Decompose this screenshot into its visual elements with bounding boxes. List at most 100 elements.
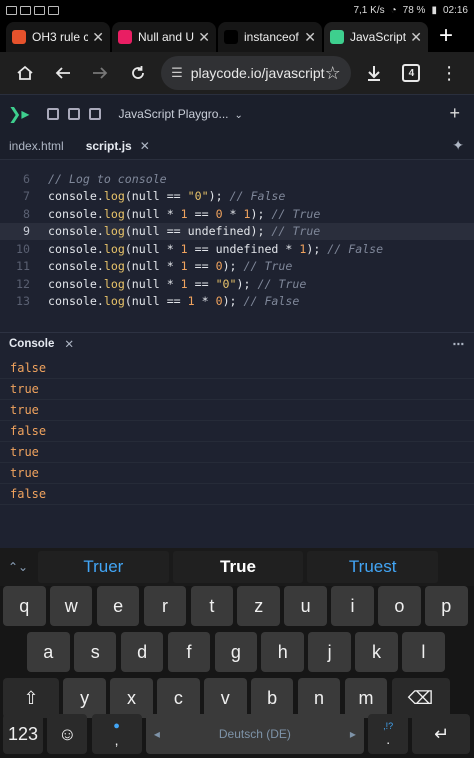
code-token: console (48, 259, 97, 274)
playcode-icon (330, 30, 344, 44)
shift-key[interactable]: ⇧ (3, 678, 59, 718)
file-tab-bar: index.html script.js ✕ ✦ (0, 132, 474, 160)
key-e[interactable]: e (96, 586, 140, 626)
more-options-icon[interactable]: ⋯ (453, 337, 474, 351)
suggestion-left[interactable]: Truer (38, 551, 169, 583)
code-token: . (96, 294, 104, 309)
key-o[interactable]: o (378, 586, 421, 626)
browser-tab[interactable]: instanceof ✕ (218, 22, 322, 52)
key-i[interactable]: i (331, 586, 374, 626)
tab-index-html[interactable]: index.html (9, 139, 64, 153)
key-b[interactable]: b (250, 678, 294, 718)
project-title-dropdown[interactable]: JavaScript Playgro... ⌄ (118, 107, 242, 121)
code-token: == (187, 206, 216, 221)
url-text[interactable]: playcode.io/javascript (191, 65, 325, 81)
new-tab-button[interactable]: + (430, 22, 462, 52)
address-bar[interactable]: ☰ playcode.io/javascript ☆ (161, 56, 351, 90)
key-a[interactable]: a (27, 632, 70, 672)
forward-arrow-icon[interactable] (82, 54, 120, 92)
left-arrow-icon: ◂ (153, 727, 160, 741)
layout-stack-icon[interactable] (68, 107, 81, 120)
backspace-key[interactable]: ⌫ (391, 678, 450, 718)
code-line[interactable]: 10 console. log(null * 1 == undefined * 1)… (0, 240, 474, 258)
code-line[interactable]: 6 // Log to console (0, 170, 474, 188)
key-c[interactable]: c (157, 678, 200, 718)
home-icon[interactable] (6, 54, 44, 92)
browser-tab-title: instanceof (244, 30, 299, 44)
reload-icon[interactable] (119, 54, 157, 92)
code-token: log (103, 224, 125, 239)
browser-tab[interactable]: OH3 rule c ✕ (6, 22, 110, 52)
comma-key[interactable]: ●, (91, 714, 142, 754)
key-t[interactable]: t (190, 586, 234, 626)
overflow-menu-icon[interactable]: ⋮ (430, 54, 468, 92)
period-label: . (386, 731, 391, 747)
key-s[interactable]: s (73, 632, 117, 672)
period-key[interactable]: ,!?. (368, 714, 409, 754)
key-r[interactable]: r (143, 586, 187, 626)
close-tab-icon[interactable]: ✕ (304, 29, 316, 46)
key-z[interactable]: z (237, 586, 281, 626)
close-tab-icon[interactable]: ✕ (198, 29, 210, 46)
key-v[interactable]: v (203, 678, 247, 718)
enter-key[interactable]: ↵ (412, 714, 471, 754)
code-line[interactable]: 7 console. log(null == "0"); // False (0, 188, 474, 206)
code-line[interactable]: 12 console. log(null * 1 == "0"); // True (0, 275, 474, 293)
space-key[interactable]: ◂ Deutsch (DE) ▸ (145, 714, 364, 754)
key-m[interactable]: m (344, 678, 388, 718)
close-icon[interactable]: ✕ (64, 337, 74, 351)
key-d[interactable]: d (120, 632, 164, 672)
code-token: . (96, 206, 104, 221)
suggestion-right[interactable]: Truest (307, 551, 439, 583)
playcode-logo-icon[interactable]: ❯▸ (8, 104, 29, 124)
browser-tab-title: Null and Ur (138, 30, 195, 44)
key-x[interactable]: x (110, 678, 153, 718)
browser-tab[interactable]: JavaScript ✕ (324, 22, 428, 52)
emoji-key[interactable]: ☺ (47, 714, 88, 754)
code-token: log (103, 276, 125, 291)
line-number: 8 (23, 206, 30, 221)
back-arrow-icon[interactable] (44, 54, 82, 92)
key-n[interactable]: n (297, 678, 341, 718)
code-line[interactable]: 9 console. log(null == undefined); // True (0, 222, 474, 240)
suggestion-center[interactable]: True (172, 551, 304, 583)
key-h[interactable]: h (261, 632, 305, 672)
code-line[interactable]: 8 console. log(null * 1 == 0 * 1); // True (0, 205, 474, 223)
browser-tab[interactable]: Null and Ur ✕ (112, 22, 216, 52)
key-g[interactable]: g (214, 632, 258, 672)
tab-script-js[interactable]: script.js ✕ (86, 139, 150, 153)
close-icon[interactable]: ✕ (140, 139, 150, 153)
code-editor[interactable]: 6// Log to console 7 console. log(null == "… (0, 170, 474, 328)
code-token: * (194, 294, 216, 309)
key-j[interactable]: j (308, 632, 351, 672)
tab-switcher-button[interactable]: 4 (392, 54, 430, 92)
code-line[interactable]: 11 console. log(null * 1 == 0); // True (0, 258, 474, 276)
close-tab-icon[interactable]: ✕ (92, 29, 104, 46)
site-settings-icon[interactable]: ☰ (171, 65, 183, 81)
key-u[interactable]: u (284, 586, 327, 626)
comma-label: , (114, 732, 119, 748)
punctuation-hint: ,!? (383, 721, 394, 731)
key-f[interactable]: f (167, 632, 211, 672)
add-icon[interactable]: + (449, 103, 466, 124)
code-line[interactable]: 13 console. log(null == 1 * 0); // False (0, 293, 474, 311)
key-p[interactable]: p (425, 586, 468, 626)
ai-sparkle-icon[interactable]: ✦ (452, 137, 474, 154)
download-icon[interactable] (355, 54, 393, 92)
clock: 02:16 (442, 4, 468, 16)
browser-tab-strip: OH3 rule c ✕ Null and Ur ✕ instanceof ✕ JavaSc… (0, 20, 474, 52)
close-tab-icon[interactable]: ✕ (410, 29, 422, 46)
mic-icon: ● (113, 720, 120, 732)
layout-columns-icon[interactable] (89, 107, 102, 120)
bookmark-star-icon[interactable]: ☆ (325, 63, 341, 84)
key-w[interactable]: w (49, 586, 93, 626)
expand-suggestions-icon[interactable]: ⌃⌄ (0, 560, 36, 574)
key-k[interactable]: k (355, 632, 398, 672)
key-l[interactable]: l (402, 632, 445, 672)
numbers-key[interactable]: 123 (3, 714, 43, 754)
layout-split-icon[interactable] (47, 107, 60, 120)
key-q[interactable]: q (3, 586, 46, 626)
key-y[interactable]: y (63, 678, 106, 718)
code-token: // Log to console (48, 171, 167, 186)
console-header: Console ✕ ⋯ (0, 332, 474, 354)
